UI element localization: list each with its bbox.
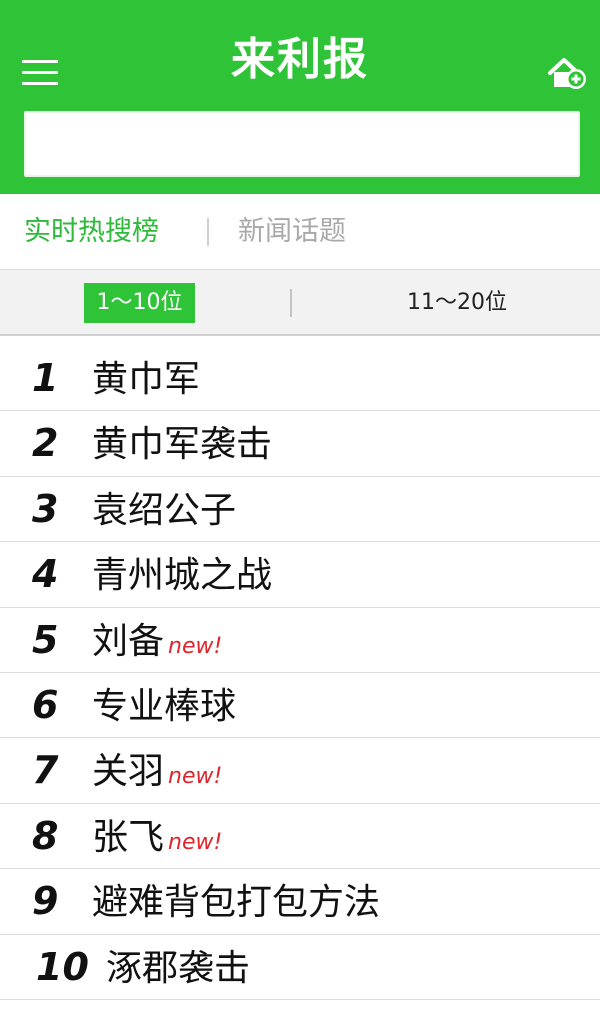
ranking-item[interactable]: 9 避难背包打包方法 xyxy=(0,869,600,935)
app-title: 来利报 xyxy=(231,34,369,85)
range-divider xyxy=(290,289,292,317)
ranking-item[interactable]: 5 刘备 new! xyxy=(0,608,600,673)
ranking-item[interactable]: 4 青州城之战 xyxy=(0,542,600,608)
rank-keyword-text: 关羽 xyxy=(92,751,165,793)
new-badge: new! xyxy=(168,633,223,659)
ranking-item[interactable]: 3 袁绍公子 xyxy=(0,477,600,543)
rank-keyword: 避难背包打包方法 xyxy=(92,869,380,934)
rank-keyword: 黄巾军 xyxy=(92,346,200,411)
rank-number: 5 xyxy=(32,617,59,662)
app-header: 来利报 xyxy=(0,0,600,194)
category-tabs: 实时热搜榜 新闻话题 xyxy=(0,194,600,270)
search-input[interactable] xyxy=(24,111,580,177)
rank-keyword-text: 刘备 xyxy=(92,620,165,662)
ranking-item[interactable]: 1 黄巾军 xyxy=(0,346,600,412)
rank-keyword-text: 专业棒球 xyxy=(92,685,237,727)
rank-keyword: 涿郡袭击 xyxy=(106,935,250,1000)
rank-keyword-text: 袁绍公子 xyxy=(92,489,237,531)
rank-number: 1 xyxy=(32,356,59,400)
ranking-item[interactable]: 10 涿郡袭击 xyxy=(0,935,600,1000)
new-badge: new! xyxy=(168,829,223,855)
range-tab-1-10[interactable]: 1～10位 xyxy=(84,283,195,323)
rank-keyword: 刘备 new! xyxy=(92,608,222,673)
rank-keyword-text: 张飞 xyxy=(92,816,165,858)
ranking-item[interactable]: 6 专业棒球 xyxy=(0,673,600,739)
tab-divider xyxy=(207,218,209,246)
rank-number: 3 xyxy=(32,486,59,531)
tab-news-topics[interactable]: 新闻话题 xyxy=(238,214,346,250)
rank-keyword: 袁绍公子 xyxy=(92,477,236,542)
app-window: 来利报 实时热搜榜 新闻话题 1～10位 11～20位 1 黄巾军 2 黄巾军袭… xyxy=(0,0,600,1026)
rank-keyword-text: 黄巾军 xyxy=(92,359,201,400)
home-add-icon[interactable] xyxy=(548,56,588,90)
rank-number: 2 xyxy=(32,421,59,466)
ranking-item[interactable]: 7 关羽 new! xyxy=(0,738,600,804)
rank-number: 10 xyxy=(36,944,89,989)
rank-keyword-text: 避难背包打包方法 xyxy=(92,882,381,924)
rank-number: 8 xyxy=(32,813,59,858)
rank-keyword-text: 涿郡袭击 xyxy=(106,947,251,989)
rank-keyword: 张飞 new! xyxy=(92,804,222,869)
rank-keyword: 青州城之战 xyxy=(92,542,272,607)
range-tab-11-20[interactable]: 11～20位 xyxy=(392,283,522,323)
range-tabs: 1～10位 11～20位 xyxy=(0,270,600,336)
rank-number: 6 xyxy=(32,682,59,727)
rank-keyword-text: 青州城之战 xyxy=(92,555,273,597)
rank-keyword-text: 黄巾军袭击 xyxy=(92,424,273,466)
rank-keyword: 关羽 new! xyxy=(92,738,222,803)
rank-keyword: 黄巾军袭击 xyxy=(92,411,272,476)
tab-realtime-hot-search[interactable]: 实时热搜榜 xyxy=(24,214,159,250)
rank-number: 4 xyxy=(32,552,59,597)
rank-number: 7 xyxy=(32,748,59,793)
ranking-list: 1 黄巾军 2 黄巾军袭击 3 袁绍公子 4 青州城之战 5 刘备 new! 6 … xyxy=(0,346,600,1000)
ranking-item[interactable]: 8 张飞 new! xyxy=(0,804,600,870)
ranking-item[interactable]: 2 黄巾军袭击 xyxy=(0,411,600,477)
rank-keyword: 专业棒球 xyxy=(92,673,236,738)
rank-number: 9 xyxy=(32,879,59,924)
new-badge: new! xyxy=(168,764,223,790)
